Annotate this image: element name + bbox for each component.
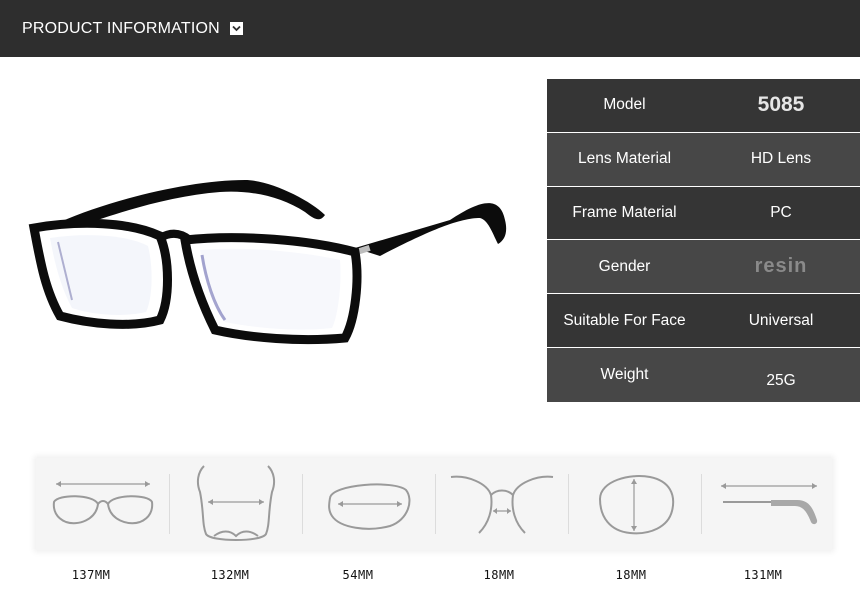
spec-label: Lens Material <box>577 150 672 168</box>
spec-label: Gender <box>598 257 651 275</box>
bridge-width-icon <box>435 458 568 550</box>
measurement-label: 132MM <box>210 568 250 582</box>
chevron-down-icon[interactable] <box>229 22 243 35</box>
spec-value: HD Lens <box>750 150 812 168</box>
spec-value: 25G <box>766 371 796 389</box>
frame-width-icon <box>36 458 169 550</box>
glasses-product-image <box>28 180 507 345</box>
spec-label: Weight <box>600 365 649 383</box>
spec-value: 5085 <box>757 93 805 117</box>
temple-width-icon <box>169 458 302 550</box>
spec-label: Suitable For Face <box>563 311 686 329</box>
measurement-label: 18MM <box>615 568 647 582</box>
spec-label: Frame Material <box>572 203 677 221</box>
spec-row-suitable-face: Suitable For Face Universal <box>547 294 860 348</box>
measurement-label: 18MM <box>483 568 515 582</box>
spec-value: PC <box>770 203 792 221</box>
measurement-label: 137MM <box>71 568 111 582</box>
temple-length-icon <box>701 458 834 550</box>
section-header: PRODUCT INFORMATION <box>0 0 860 57</box>
spec-value: Universal <box>748 311 814 329</box>
spec-row-weight: Weight 25G <box>547 347 860 402</box>
measurement-label: 54MM <box>342 568 374 582</box>
spec-row-frame-material: Frame Material PC <box>547 186 860 241</box>
spec-row-model: Model 5085 <box>547 79 860 133</box>
spec-table: Model 5085 Lens Material HD Lens Frame M… <box>547 79 860 402</box>
lens-height-icon <box>568 458 701 550</box>
measurement-panel <box>36 458 832 550</box>
section-title: PRODUCT INFORMATION <box>22 19 220 37</box>
spec-row-lens-material: Lens Material HD Lens <box>547 132 860 187</box>
spec-label: Model <box>603 96 646 114</box>
lens-width-icon <box>302 458 435 550</box>
spec-row-gender: Gender resin <box>547 240 860 295</box>
measurement-label: 131MM <box>743 568 783 582</box>
spec-value: resin <box>754 255 808 278</box>
